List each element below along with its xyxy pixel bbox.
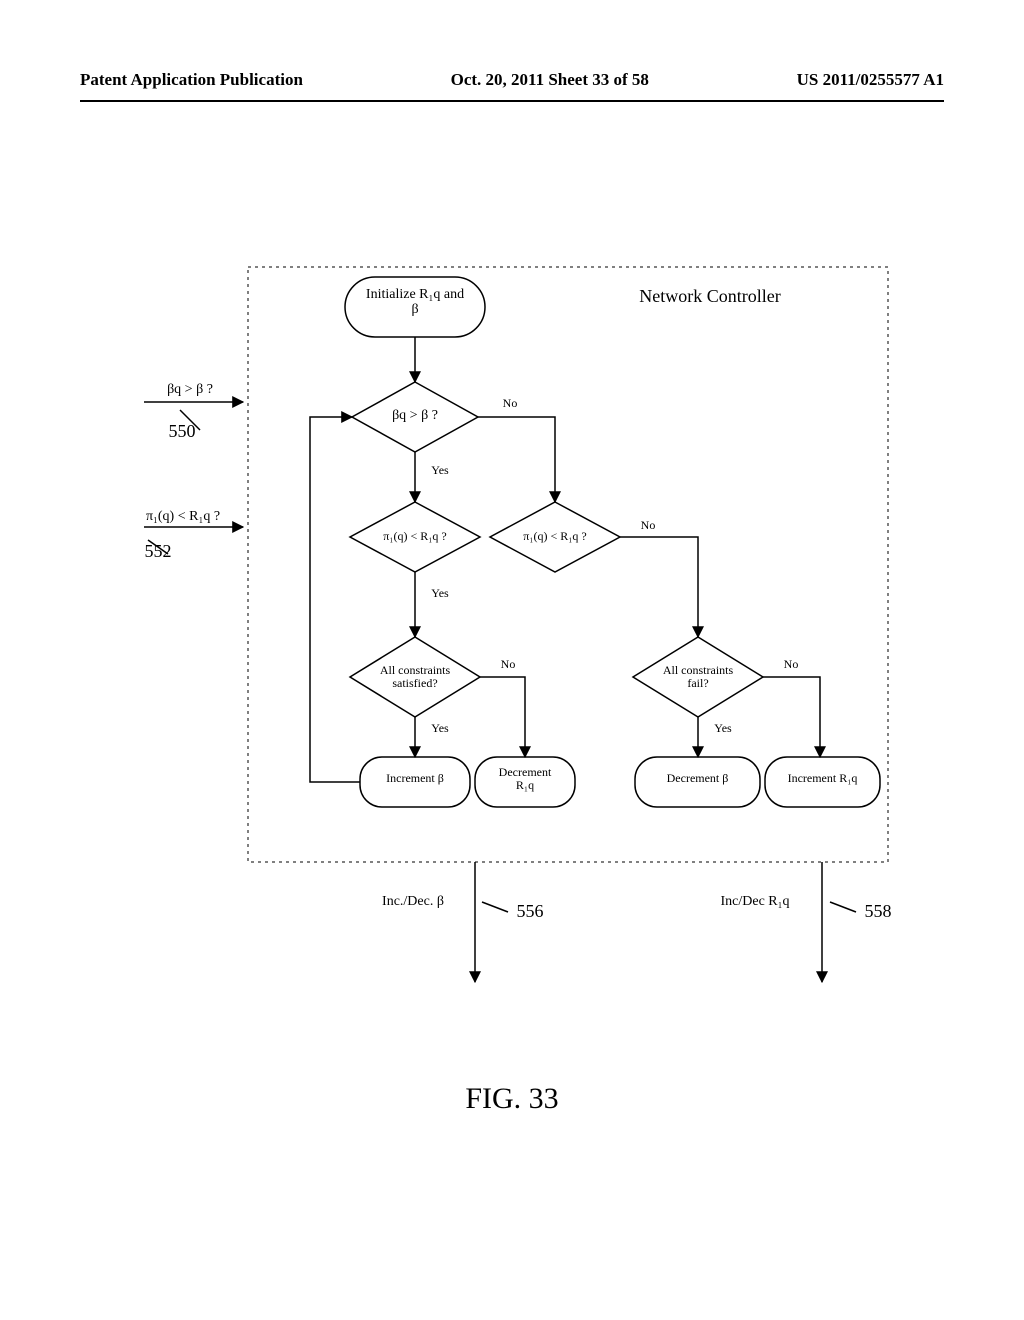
diagram: Network Controller Initialize R₁q andβ β…: [80, 182, 944, 1182]
page-header: Patent Application Publication Oct. 20, …: [80, 70, 944, 90]
figure-caption: FIG. 33: [80, 1082, 944, 1116]
header-right: US 2011/0255577 A1: [797, 70, 944, 90]
header-divider: [80, 100, 944, 102]
header-center: Oct. 20, 2011 Sheet 33 of 58: [451, 70, 649, 90]
header-left: Patent Application Publication: [80, 70, 303, 90]
